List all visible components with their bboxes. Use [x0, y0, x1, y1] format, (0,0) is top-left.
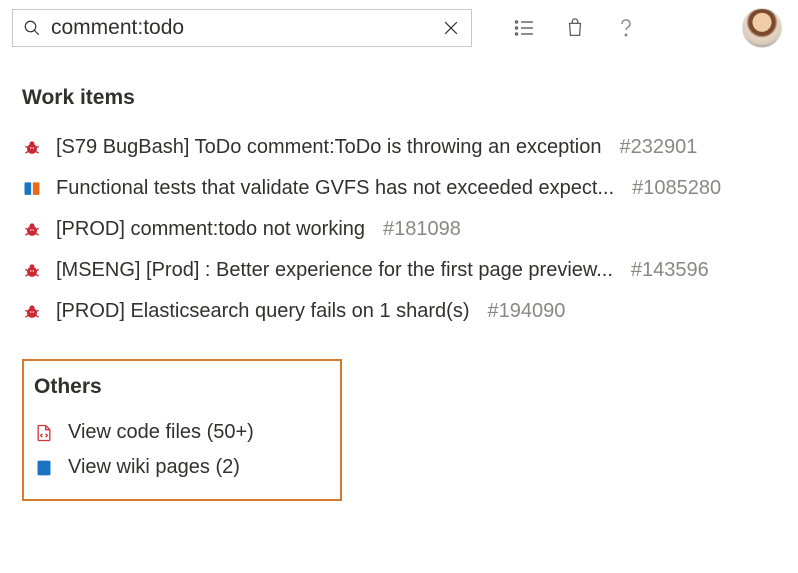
others-item[interactable]: View wiki pages (2) [34, 450, 330, 485]
search-box[interactable] [12, 9, 472, 47]
bug-icon [22, 261, 42, 281]
help-icon[interactable] [614, 16, 638, 40]
others-heading: Others [34, 375, 330, 399]
others-item-label: View code files (50+) [68, 421, 254, 444]
work-item-title: Functional tests that validate GVFS has … [56, 177, 614, 200]
top-bar [0, 0, 798, 56]
work-item[interactable]: Functional tests that validate GVFS has … [22, 169, 776, 210]
work-item-id: #1085280 [632, 177, 721, 200]
work-item-title: [MSENG] [Prod] : Better experience for t… [56, 259, 613, 282]
others-section: Others View code files (50+) View wiki p… [22, 359, 342, 501]
work-item-id: #181098 [383, 218, 461, 241]
search-input[interactable] [51, 16, 437, 40]
bug-icon [22, 138, 42, 158]
work-item-id: #143596 [631, 259, 709, 282]
work-item-title: [S79 BugBash] ToDo comment:ToDo is throw… [56, 136, 602, 159]
others-list: View code files (50+) View wiki pages (2… [34, 415, 330, 485]
clear-icon[interactable] [437, 14, 465, 42]
search-icon [23, 19, 41, 37]
others-item[interactable]: View code files (50+) [34, 415, 330, 450]
work-item[interactable]: [PROD] Elasticsearch query fails on 1 sh… [22, 292, 776, 333]
work-item-title: [PROD] Elasticsearch query fails on 1 sh… [56, 300, 470, 323]
book-icon [22, 179, 42, 199]
work-item[interactable]: [PROD] comment:todo not working #181098 [22, 210, 776, 251]
wiki-icon [34, 458, 54, 478]
work-item[interactable]: [S79 BugBash] ToDo comment:ToDo is throw… [22, 128, 776, 169]
bug-icon [22, 220, 42, 240]
code-icon [34, 423, 54, 443]
shopping-bag-icon[interactable] [564, 17, 586, 39]
work-item-id: #232901 [620, 136, 698, 159]
content: Work items [S79 BugBash] ToDo comment:To… [0, 56, 798, 501]
work-items-list: [S79 BugBash] ToDo comment:ToDo is throw… [22, 128, 776, 333]
work-item-title: [PROD] comment:todo not working [56, 218, 365, 241]
others-item-label: View wiki pages (2) [68, 456, 240, 479]
work-item-id: #194090 [488, 300, 566, 323]
work-items-heading: Work items [22, 86, 776, 110]
work-item[interactable]: [MSENG] [Prod] : Better experience for t… [22, 251, 776, 292]
list-icon[interactable] [512, 16, 536, 40]
toolbar-icons [512, 16, 638, 40]
bug-icon [22, 302, 42, 322]
avatar[interactable] [742, 8, 782, 48]
